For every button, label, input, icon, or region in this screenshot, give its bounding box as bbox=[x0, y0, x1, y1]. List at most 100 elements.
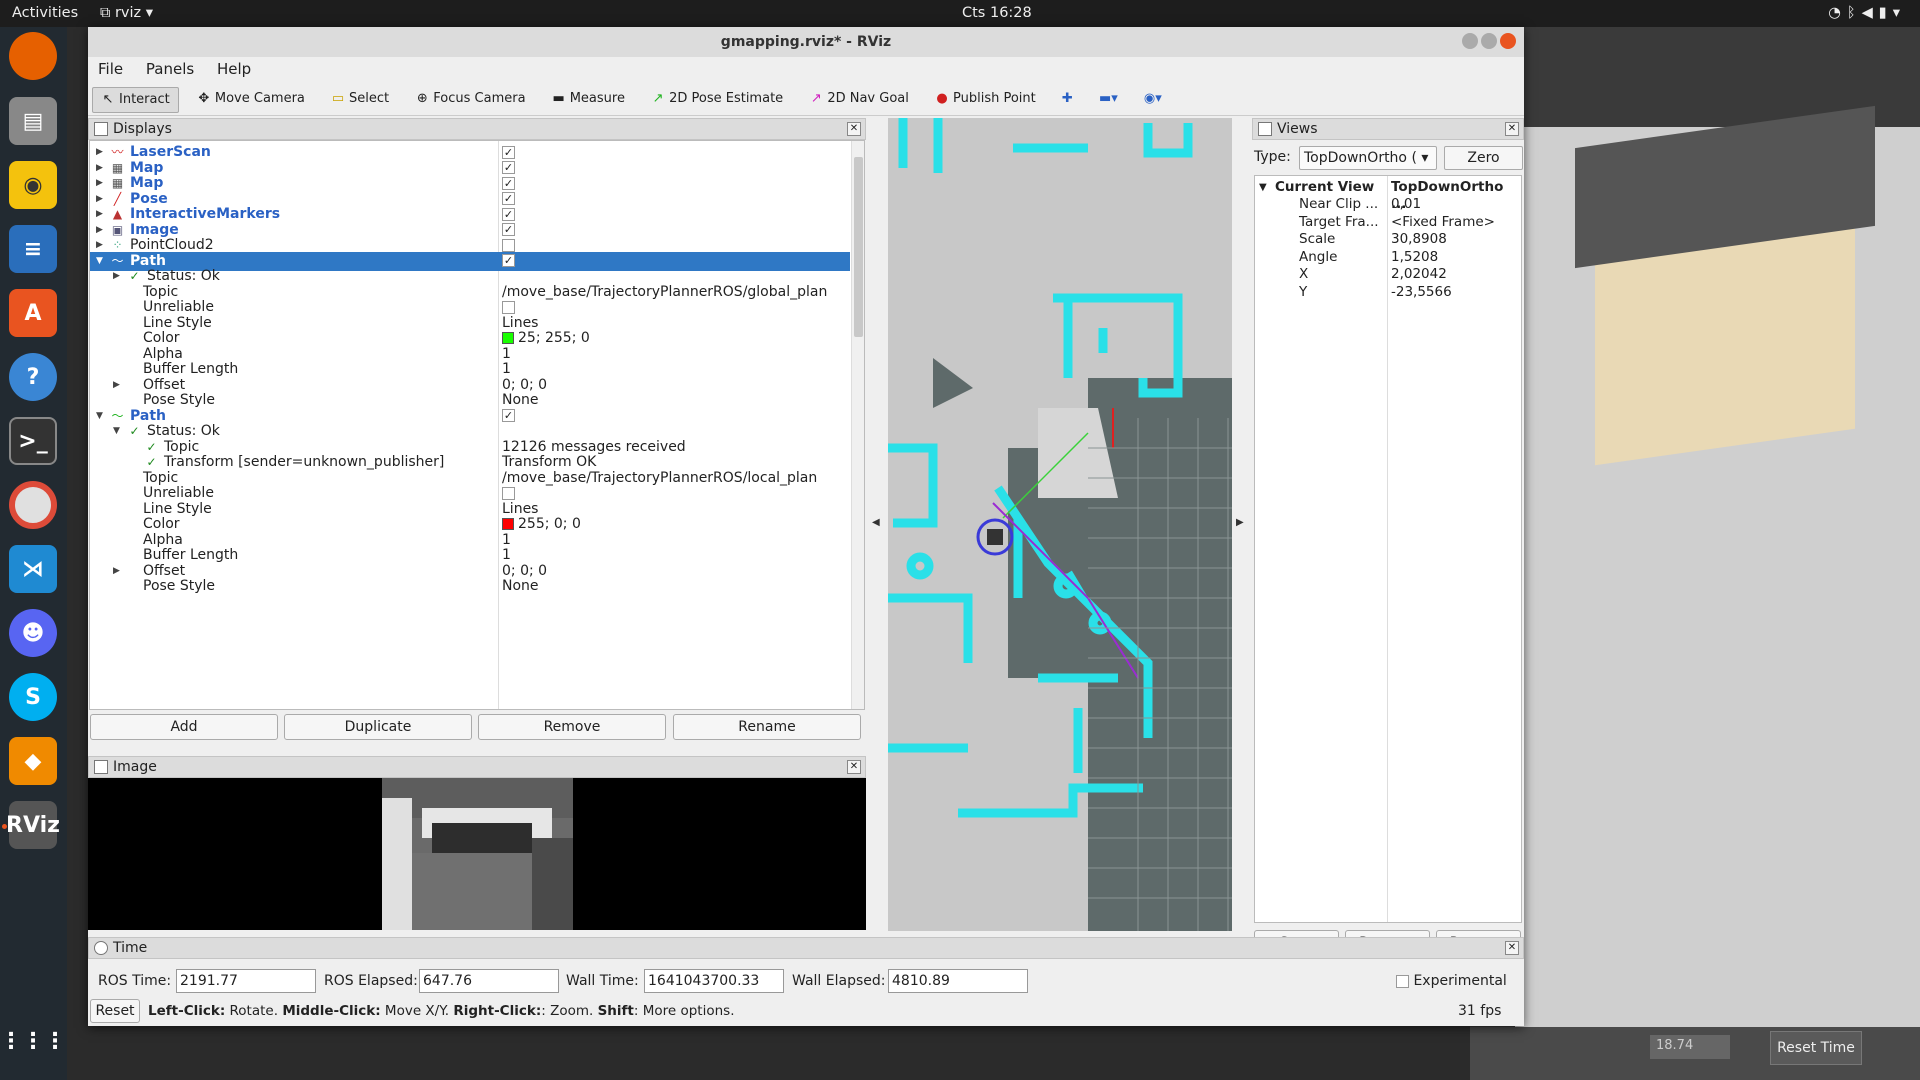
visibility-checkbox[interactable]: ✓ bbox=[502, 145, 515, 159]
wifi-icon[interactable]: ◔ bbox=[1828, 5, 1847, 21]
row-value[interactable]: None bbox=[502, 577, 539, 596]
close-icon[interactable]: ✕ bbox=[1505, 941, 1519, 955]
show-apps-icon[interactable]: ⋮⋮⋮ bbox=[0, 1017, 66, 1065]
experimental-checkbox[interactable]: Experimental bbox=[1396, 973, 1507, 989]
visibility-checkbox[interactable]: ✓ bbox=[502, 254, 515, 267]
view-property-row[interactable]: Y -23,5566 bbox=[1255, 284, 1521, 301]
close-icon[interactable]: ✕ bbox=[847, 122, 861, 136]
visibility-checkbox[interactable]: ✓ bbox=[502, 176, 515, 190]
color-swatch[interactable] bbox=[502, 518, 514, 530]
tool-focus-camera[interactable]: ⊕ Focus Camera bbox=[407, 87, 533, 111]
menu-panels[interactable]: Panels bbox=[146, 57, 194, 81]
views-panel: Views ✕ Type: TopDownOrtho ( ▾ Zero ▼ Cu… bbox=[1252, 118, 1524, 958]
menu-file[interactable]: File bbox=[98, 57, 123, 81]
duplicate-button[interactable]: Duplicate bbox=[284, 714, 472, 740]
ros-time-field[interactable]: 2191.77 bbox=[176, 969, 316, 993]
skype-icon[interactable]: S bbox=[9, 673, 57, 721]
power-icon[interactable]: ▾ bbox=[1893, 5, 1906, 21]
checkbox-box[interactable] bbox=[1396, 974, 1409, 988]
tool-move-camera[interactable]: ✥ Move Camera bbox=[189, 87, 313, 111]
files-icon[interactable]: ▤ bbox=[9, 97, 57, 145]
discord-icon[interactable]: ☻ bbox=[9, 609, 57, 657]
visibility-checkbox[interactable]: ✓ bbox=[502, 161, 515, 174]
property-value[interactable]: -23,5566 bbox=[1391, 284, 1452, 301]
firefox-icon[interactable] bbox=[9, 32, 57, 80]
view-property-row[interactable]: Target Fra... <Fixed Frame> bbox=[1255, 214, 1521, 231]
image-icon bbox=[94, 760, 108, 774]
property-value[interactable]: 30,8908 bbox=[1391, 231, 1447, 248]
minimize-icon[interactable] bbox=[1462, 33, 1478, 49]
tool-publish-point[interactable]: ● Publish Point bbox=[927, 87, 1044, 111]
view-property-row[interactable]: Near Clip ... 0,01 bbox=[1255, 196, 1521, 213]
rviz-icon[interactable]: RViz bbox=[6, 801, 60, 849]
rhythmbox-icon[interactable]: ◉ bbox=[9, 161, 57, 209]
add-button[interactable]: Add bbox=[90, 714, 278, 740]
vertical-scrollbar[interactable] bbox=[851, 141, 864, 709]
vscode-icon[interactable]: ⋊ bbox=[9, 545, 57, 593]
zero-button[interactable]: Zero bbox=[1444, 146, 1523, 170]
close-icon[interactable]: ✕ bbox=[1505, 122, 1519, 136]
fps-readout: 31 fps bbox=[1458, 1003, 1502, 1019]
rviz-3d-viewport[interactable] bbox=[888, 118, 1232, 931]
property-value[interactable]: 0,01 bbox=[1391, 196, 1421, 213]
tool-2d-nav-goal[interactable]: ↗ 2D Nav Goal bbox=[801, 87, 917, 111]
gazebo-3d-view[interactable] bbox=[1515, 105, 1920, 1047]
software-icon[interactable]: A bbox=[9, 289, 57, 337]
scrollbar-thumb[interactable] bbox=[854, 157, 863, 337]
tool-select[interactable]: ▭ Select bbox=[323, 87, 397, 111]
visibility-checkbox[interactable]: ✓ bbox=[502, 409, 515, 422]
visibility-checkbox[interactable]: ✓ bbox=[502, 192, 515, 205]
property-value[interactable]: 1,5208 bbox=[1391, 249, 1438, 266]
app-menu[interactable]: ⧉ rviz ▾ bbox=[100, 5, 153, 21]
wall-time-field[interactable]: 1641043700.33 bbox=[644, 969, 784, 993]
collapse-left-icon[interactable]: ◀ bbox=[872, 517, 880, 528]
remove-tool-icon[interactable]: ▬▾ bbox=[1091, 87, 1126, 111]
remove-button[interactable]: Remove bbox=[478, 714, 666, 740]
property-row[interactable]: Pose Style None bbox=[90, 577, 850, 596]
clock[interactable]: Cts 16:28 bbox=[962, 5, 1032, 21]
reset-time-button[interactable]: Reset Time bbox=[1770, 1031, 1862, 1065]
menu-help[interactable]: Help bbox=[217, 57, 251, 81]
add-tool-icon[interactable]: ✚ bbox=[1054, 87, 1081, 111]
maximize-icon[interactable] bbox=[1481, 33, 1497, 49]
view-property-row[interactable]: Angle 1,5208 bbox=[1255, 249, 1521, 266]
wall-elapsed-field[interactable]: 4810.89 bbox=[888, 969, 1028, 993]
current-view-row[interactable]: ▼ Current View TopDownOrtho ... bbox=[1255, 179, 1521, 212]
visibility-checkbox[interactable]: ✓ bbox=[502, 207, 515, 221]
volume-icon[interactable]: ◀ bbox=[1862, 5, 1879, 21]
visibility-checkbox[interactable] bbox=[502, 238, 515, 252]
activities-button[interactable]: Activities bbox=[12, 5, 78, 21]
battery-icon[interactable]: ▮ bbox=[1879, 5, 1893, 21]
hint-key: Left-Click: bbox=[148, 1003, 226, 1019]
system-tray[interactable]: ◔ᛒ◀▮▾ bbox=[1828, 5, 1906, 21]
tool-measure[interactable]: ▬ Measure bbox=[544, 87, 633, 111]
gazebo-status-bar: 18.74 Reset Time bbox=[1470, 1027, 1920, 1080]
visibility-checkbox[interactable] bbox=[502, 486, 515, 500]
color-swatch[interactable] bbox=[502, 332, 514, 344]
camera-type-icon[interactable]: ◉▾ bbox=[1136, 87, 1170, 111]
close-icon[interactable] bbox=[1500, 33, 1516, 49]
visibility-checkbox[interactable]: ✓ bbox=[502, 223, 515, 236]
help-icon[interactable]: ? bbox=[9, 353, 57, 401]
view-property-row[interactable]: Scale 30,8908 bbox=[1255, 231, 1521, 248]
rename-button[interactable]: Rename bbox=[673, 714, 861, 740]
tool-2d-pose-estimate[interactable]: ↗ 2D Pose Estimate bbox=[643, 87, 791, 111]
visibility-checkbox[interactable] bbox=[502, 300, 515, 314]
property-value[interactable]: 2,02042 bbox=[1391, 266, 1447, 283]
chrome-icon[interactable] bbox=[9, 481, 57, 529]
property-value[interactable]: <Fixed Frame> bbox=[1391, 214, 1495, 231]
gazebo-icon[interactable]: ◆ bbox=[9, 737, 57, 785]
reset-button[interactable]: Reset bbox=[90, 999, 140, 1023]
views-header: Views ✕ bbox=[1252, 118, 1524, 140]
writer-icon[interactable]: ≡ bbox=[9, 225, 57, 273]
view-property-row[interactable]: X 2,02042 bbox=[1255, 266, 1521, 283]
collapse-right-icon[interactable]: ▶ bbox=[1236, 517, 1244, 528]
tool-interact[interactable]: ↖ Interact bbox=[92, 87, 179, 113]
expand-arrow-icon[interactable]: ▼ bbox=[1259, 179, 1267, 196]
view-type-select[interactable]: TopDownOrtho ( ▾ bbox=[1299, 146, 1437, 170]
close-icon[interactable]: ✕ bbox=[847, 760, 861, 774]
bluetooth-icon[interactable]: ᛒ bbox=[1847, 5, 1862, 21]
window-titlebar[interactable]: gmapping.rviz* - RViz bbox=[88, 27, 1524, 57]
ros-elapsed-field[interactable]: 647.76 bbox=[419, 969, 559, 993]
terminal-icon[interactable]: >_ bbox=[9, 417, 57, 465]
